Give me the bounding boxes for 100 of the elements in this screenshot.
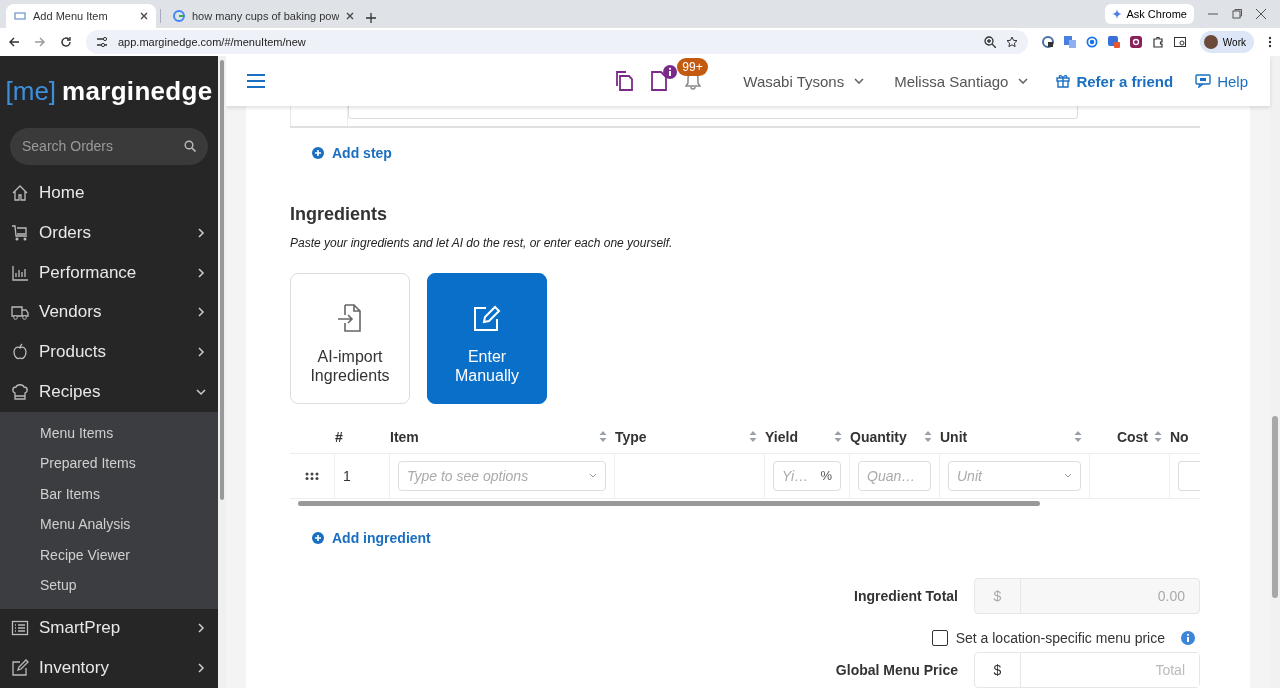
chevron-right-icon[interactable]	[196, 307, 206, 318]
new-tab-icon[interactable]	[366, 13, 377, 23]
window-search-icon[interactable]	[1173, 36, 1186, 48]
chevron-right-icon[interactable]	[196, 663, 206, 674]
chevron-down-icon	[589, 473, 597, 479]
back-icon[interactable]	[8, 36, 20, 48]
quantity-field[interactable]: Quan…	[858, 460, 931, 491]
chevron-right-icon[interactable]	[196, 623, 206, 634]
forward-icon[interactable]	[34, 36, 46, 48]
unit-select[interactable]: Unit	[948, 460, 1081, 491]
text-input[interactable]: Unit	[957, 467, 1060, 484]
ask-chrome-button[interactable]: Ask Chrome	[1105, 4, 1194, 24]
submenu-item[interactable]: Menu Analysis	[0, 509, 218, 540]
sparkle-icon	[1112, 9, 1123, 19]
sort-icon	[1154, 431, 1162, 443]
mode-option[interactable]: AI-import Ingredients	[290, 272, 410, 404]
yield-field[interactable]: Yi… %	[773, 460, 841, 491]
help-link[interactable]: Help	[1195, 72, 1248, 90]
chef-hat-icon	[11, 382, 29, 401]
info-icon[interactable]	[1181, 631, 1195, 645]
extension-icon[interactable]	[1041, 36, 1054, 48]
text-input[interactable]: Quan…	[867, 467, 922, 484]
menu-icon[interactable]	[247, 74, 265, 88]
reload-icon[interactable]	[60, 36, 72, 48]
zoom-icon[interactable]	[983, 36, 996, 48]
text-input[interactable]: Type to see options	[407, 467, 585, 484]
close-icon[interactable]	[346, 12, 355, 20]
avatar	[1203, 35, 1218, 49]
nav-item[interactable]: Home	[0, 173, 218, 213]
plus-circle-icon	[312, 532, 324, 544]
nav-item[interactable]: Performance	[0, 252, 218, 293]
submenu-item[interactable]: Prepared Items	[0, 448, 218, 479]
nav-item[interactable]: Orders	[0, 212, 218, 253]
logo-mark: [me]	[5, 76, 57, 108]
column-header[interactable]: Unit	[940, 420, 1090, 454]
section-heading: Ingredients	[290, 203, 388, 225]
notes-field[interactable]	[1178, 460, 1200, 491]
chevron-right-icon[interactable]	[196, 267, 206, 278]
submenu-item[interactable]: Setup	[0, 570, 218, 601]
scrollbar[interactable]	[218, 56, 226, 688]
column-header[interactable]: Cost	[1090, 420, 1170, 454]
item-select[interactable]: Type to see options	[398, 460, 606, 491]
nav-item[interactable]: Vendors	[0, 292, 218, 333]
nav-item[interactable]: Inventory	[0, 648, 218, 688]
search-field[interactable]: Search Orders	[10, 127, 208, 166]
more-icon[interactable]	[1268, 36, 1272, 48]
document-icon[interactable]	[651, 71, 668, 91]
column-header[interactable]: Type	[615, 420, 765, 454]
browser-tab[interactable]: Add Menu Item	[6, 4, 156, 28]
add-step-button[interactable]: Add step	[312, 144, 392, 161]
price-field[interactable]: $ Total	[974, 652, 1200, 688]
column-header[interactable]: Quantity	[850, 420, 940, 454]
checkbox-label: Set a location-specific menu price	[955, 630, 1165, 646]
search-icon[interactable]	[184, 140, 196, 153]
profile-button[interactable]: Work	[1199, 31, 1254, 53]
nav-item[interactable]: SmartPrep	[0, 608, 218, 649]
browser-tab[interactable]: how many cups of baking pow	[165, 4, 363, 28]
apple-icon	[11, 343, 29, 361]
chat-icon	[1195, 74, 1212, 88]
star-icon[interactable]	[1005, 36, 1018, 48]
nav-item[interactable]: Recipes	[0, 371, 218, 412]
checkbox[interactable]	[931, 630, 948, 646]
edit-icon	[472, 303, 502, 334]
chevron-down-icon[interactable]	[196, 386, 206, 397]
column-header[interactable]: #	[335, 420, 390, 454]
house-icon	[11, 184, 29, 203]
list-icon	[11, 619, 29, 638]
site-settings-icon[interactable]	[96, 36, 108, 48]
extension-icon[interactable]	[1129, 36, 1142, 48]
cart-icon	[11, 223, 29, 242]
submenu-item[interactable]: Bar Items	[0, 478, 218, 510]
chevron-down-icon	[1064, 473, 1072, 479]
close-icon[interactable]	[1256, 9, 1266, 19]
notification-badge: 99+	[677, 58, 708, 76]
chevron-right-icon[interactable]	[196, 347, 206, 357]
drag-handle-icon[interactable]	[305, 471, 319, 480]
submenu-item[interactable]: Recipe Viewer	[0, 539, 218, 571]
sort-icon	[924, 431, 932, 443]
close-icon[interactable]	[140, 12, 148, 20]
site-icon	[14, 10, 26, 22]
sort-icon	[749, 431, 757, 443]
column-header[interactable]: No	[1170, 420, 1200, 454]
add-ingredient-button[interactable]: Add ingredient	[312, 530, 431, 546]
column-header[interactable]: Item	[390, 420, 615, 454]
copy-icon[interactable]	[615, 71, 634, 91]
search-input[interactable]: Search Orders	[20, 137, 184, 156]
submenu-item[interactable]: Menu Items	[0, 417, 218, 449]
location-dropdown[interactable]: Wasabi Tysons	[737, 71, 871, 91]
nav-item[interactable]: Products	[0, 332, 218, 372]
column-header[interactable]: Yield	[765, 420, 850, 454]
sort-icon	[1074, 431, 1082, 443]
truck-icon	[11, 303, 29, 322]
restore-icon[interactable]	[1232, 9, 1242, 19]
mode-option[interactable]: Enter Manually	[427, 272, 547, 404]
puzzle-icon[interactable]	[1151, 36, 1164, 48]
user-menu[interactable]: Melissa Santiago	[888, 71, 1035, 91]
chevron-right-icon[interactable]	[196, 227, 206, 238]
refer-link[interactable]: Refer a friend	[1056, 72, 1174, 90]
text-input[interactable]: Yi…	[782, 467, 817, 484]
chevron-down-icon	[1018, 78, 1029, 84]
